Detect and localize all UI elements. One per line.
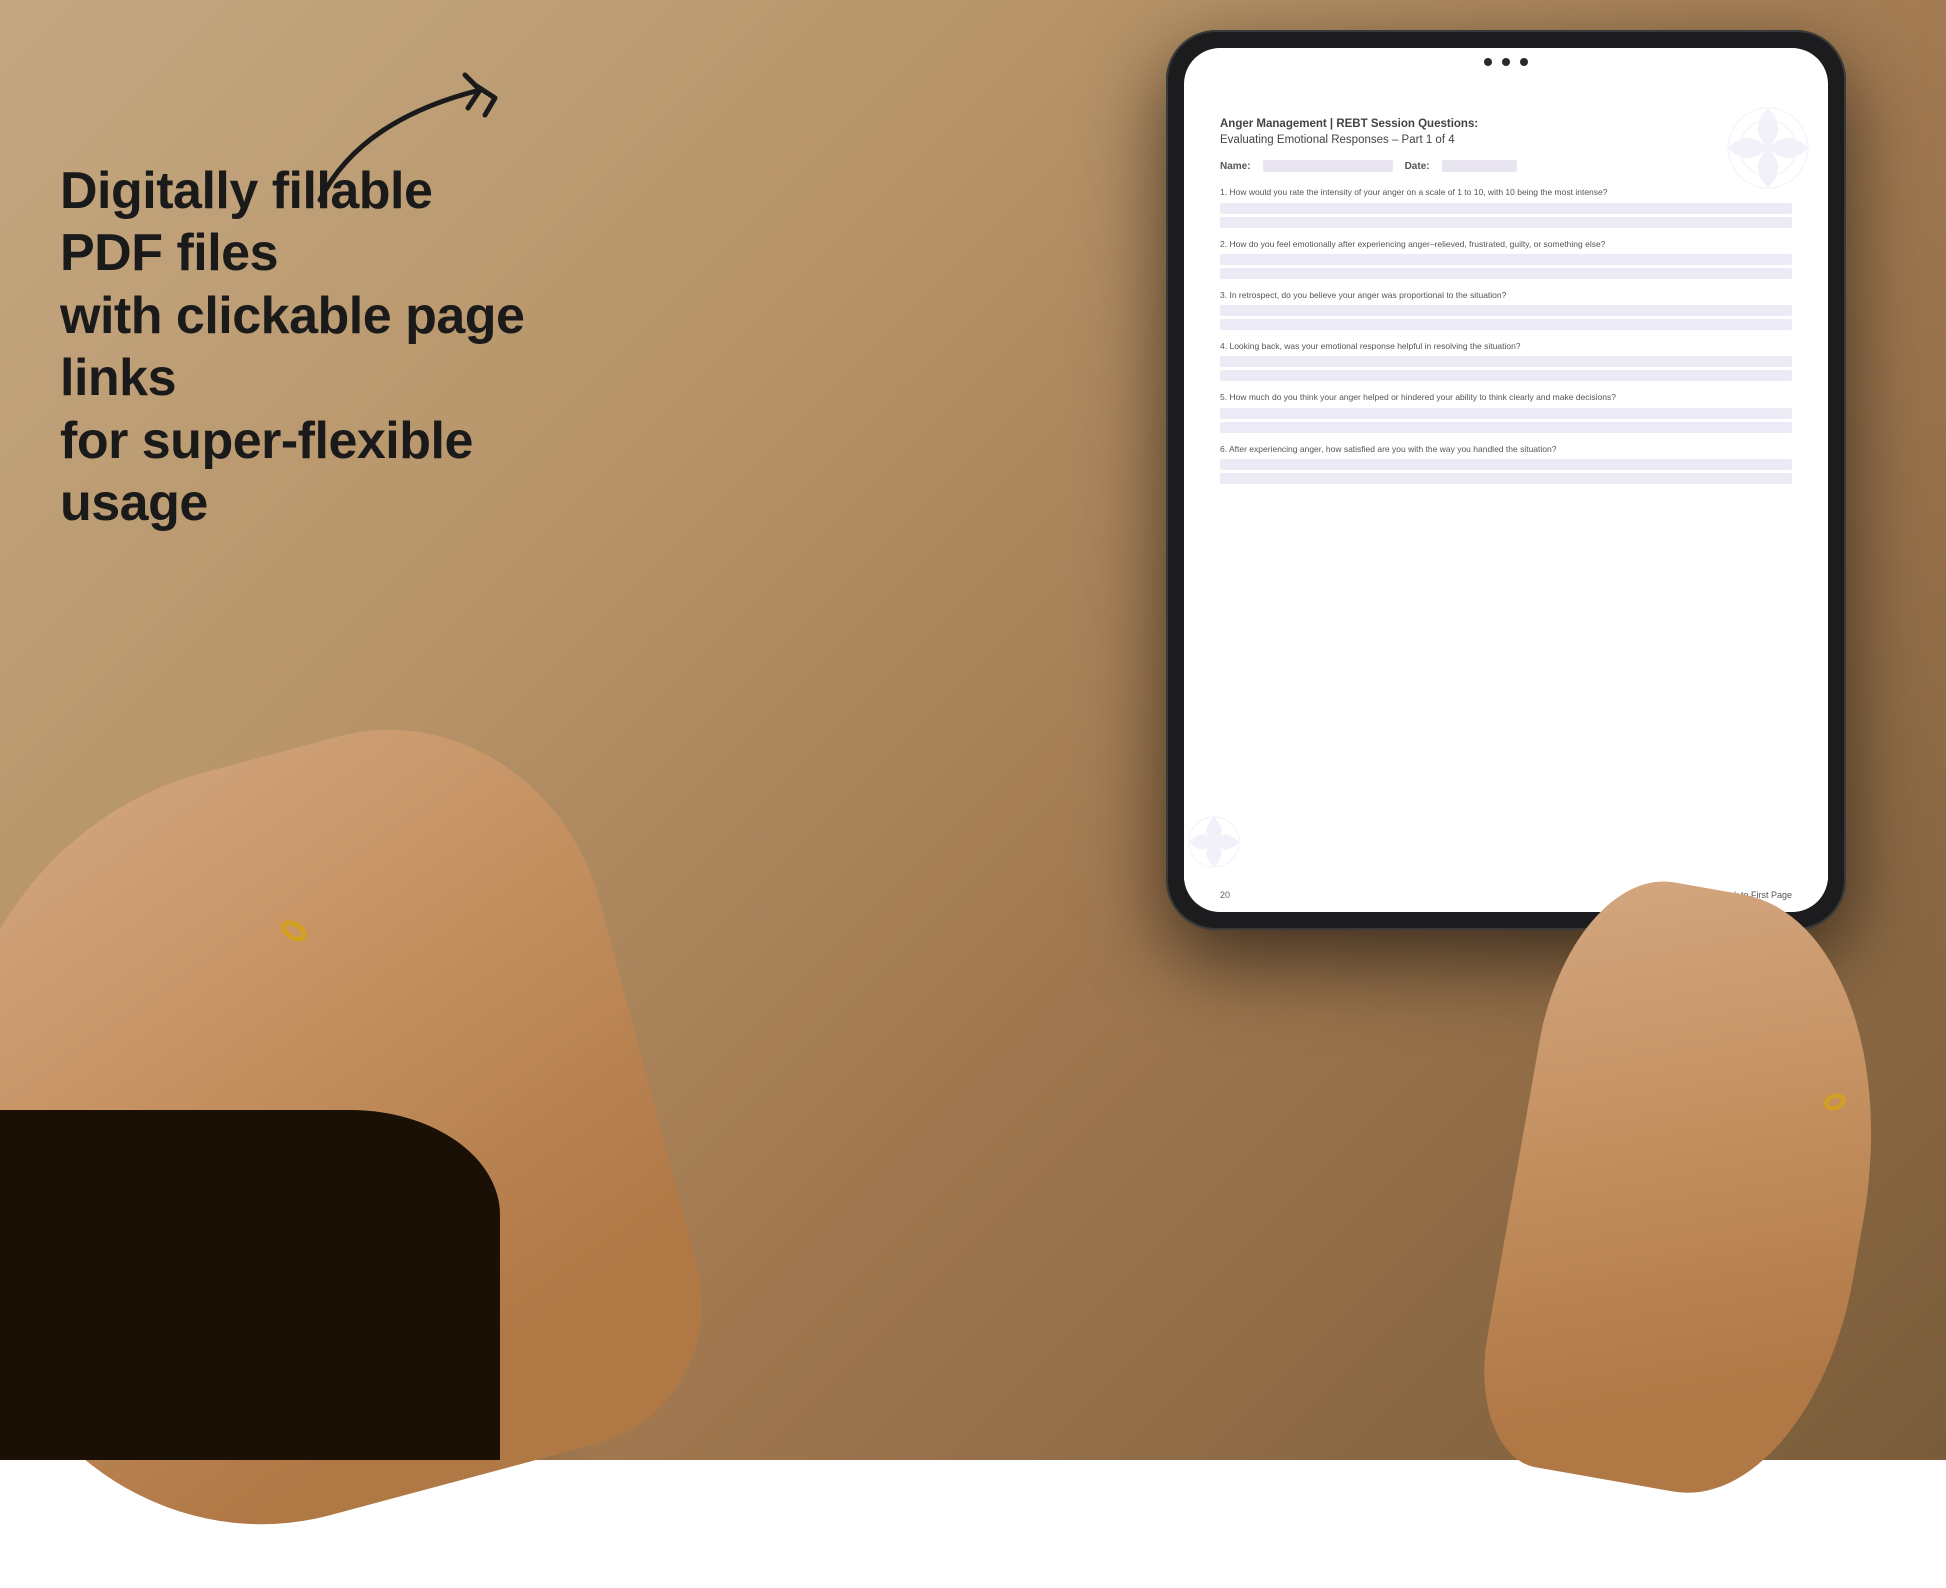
question-5-answer[interactable] bbox=[1220, 408, 1792, 433]
answer-line bbox=[1220, 422, 1792, 433]
answer-line bbox=[1220, 356, 1792, 367]
camera-dot-2 bbox=[1502, 58, 1510, 66]
answer-line bbox=[1220, 408, 1792, 419]
question-5-text: 5. How much do you think your anger help… bbox=[1220, 391, 1792, 403]
question-5: 5. How much do you think your anger help… bbox=[1220, 391, 1792, 432]
question-2-text: 2. How do you feel emotionally after exp… bbox=[1220, 238, 1792, 250]
answer-line bbox=[1220, 305, 1792, 316]
question-6-answer[interactable] bbox=[1220, 459, 1792, 484]
question-4-answer[interactable] bbox=[1220, 356, 1792, 381]
question-1: 1. How would you rate the intensity of y… bbox=[1220, 186, 1792, 227]
camera-dot-3 bbox=[1520, 58, 1528, 66]
question-4-text: 4. Looking back, was your emotional resp… bbox=[1220, 340, 1792, 352]
answer-line bbox=[1220, 203, 1792, 214]
pdf-page: Anger Management | REBT Session Question… bbox=[1184, 88, 1828, 912]
answer-line bbox=[1220, 473, 1792, 484]
question-6: 6. After experiencing anger, how satisfi… bbox=[1220, 443, 1792, 484]
main-heading: Digitally fillable PDF files with clicka… bbox=[60, 160, 540, 534]
camera-dot-1 bbox=[1484, 58, 1492, 66]
question-3: 3. In retrospect, do you believe your an… bbox=[1220, 289, 1792, 330]
floral-decoration-bottom bbox=[1184, 802, 1304, 882]
question-3-answer[interactable] bbox=[1220, 305, 1792, 330]
question-3-text: 3. In retrospect, do you believe your an… bbox=[1220, 289, 1792, 301]
pdf-page-number: 20 bbox=[1220, 890, 1230, 900]
question-2-answer[interactable] bbox=[1220, 254, 1792, 279]
answer-line bbox=[1220, 268, 1792, 279]
answer-line bbox=[1220, 370, 1792, 381]
pdf-title-line2: Evaluating Emotional Responses – Part 1 … bbox=[1220, 132, 1792, 148]
body-dark bbox=[0, 1110, 500, 1460]
pdf-title: Anger Management | REBT Session Question… bbox=[1220, 116, 1792, 148]
answer-line bbox=[1220, 459, 1792, 470]
question-4: 4. Looking back, was your emotional resp… bbox=[1220, 340, 1792, 381]
tablet-outer-frame: Anger Management | REBT Session Question… bbox=[1166, 30, 1846, 930]
question-1-answer[interactable] bbox=[1220, 203, 1792, 228]
date-field[interactable] bbox=[1442, 160, 1517, 172]
answer-line bbox=[1220, 319, 1792, 330]
pdf-name-date-row: Name: Date: bbox=[1220, 160, 1792, 172]
question-1-text: 1. How would you rate the intensity of y… bbox=[1220, 186, 1792, 198]
name-field[interactable] bbox=[1263, 160, 1393, 172]
name-label: Name: bbox=[1220, 161, 1251, 172]
pdf-content: Anger Management | REBT Session Question… bbox=[1220, 116, 1792, 484]
pdf-title-line1: Anger Management | REBT Session Question… bbox=[1220, 116, 1792, 132]
date-label: Date: bbox=[1405, 161, 1430, 172]
left-text-panel: Digitally fillable PDF files with clicka… bbox=[60, 160, 540, 534]
question-2: 2. How do you feel emotionally after exp… bbox=[1220, 238, 1792, 279]
tablet: Anger Management | REBT Session Question… bbox=[1166, 30, 1846, 930]
answer-line bbox=[1220, 217, 1792, 228]
tablet-screen: Anger Management | REBT Session Question… bbox=[1184, 48, 1828, 912]
question-6-text: 6. After experiencing anger, how satisfi… bbox=[1220, 443, 1792, 455]
answer-line bbox=[1220, 254, 1792, 265]
tablet-camera bbox=[1484, 58, 1528, 66]
